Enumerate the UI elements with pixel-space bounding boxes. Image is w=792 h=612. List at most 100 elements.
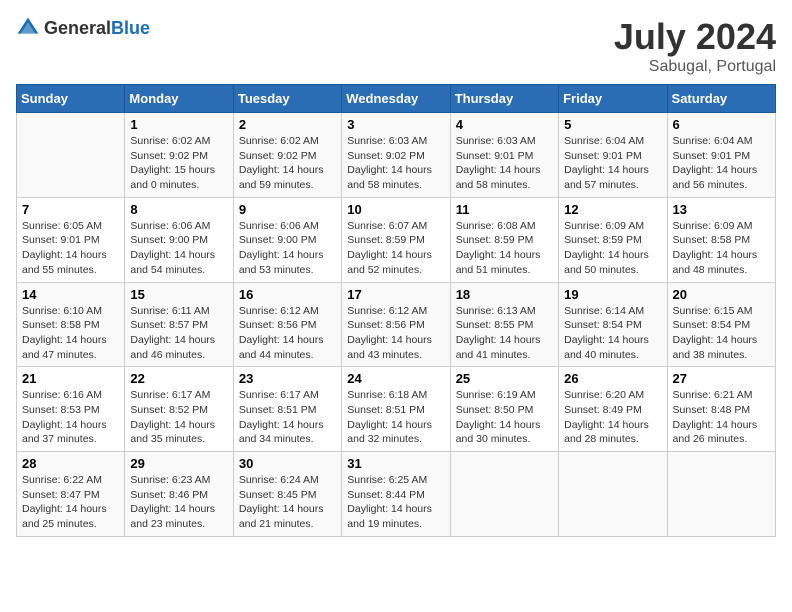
day-number: 12 <box>564 202 661 217</box>
day-number: 17 <box>347 287 444 302</box>
day-info: Sunrise: 6:21 AM Sunset: 8:48 PM Dayligh… <box>673 388 770 447</box>
calendar-cell: 8 Sunrise: 6:06 AM Sunset: 9:00 PM Daylig… <box>125 197 233 282</box>
day-info: Sunrise: 6:05 AM Sunset: 9:01 PM Dayligh… <box>22 219 119 278</box>
day-of-week-header: Sunday <box>17 85 125 113</box>
calendar-cell: 18Sunrise: 6:13 AM Sunset: 8:55 PM Dayli… <box>450 282 558 367</box>
day-number: 11 <box>456 202 553 217</box>
calendar-cell: 25 Sunrise: 6:19 AM Sunset: 8:50 PM Dayli… <box>450 367 558 452</box>
day-info: Sunrise: 6:03 AM Sunset: 9:02 PM Dayligh… <box>347 134 444 193</box>
calendar-cell <box>667 452 775 537</box>
day-info: Sunrise: 6:07 AM Sunset: 8:59 PM Dayligh… <box>347 219 444 278</box>
page-header: GeneralBlue July 2024 Sabugal, Portugal <box>16 16 776 76</box>
day-number: 31 <box>347 456 444 471</box>
calendar-table: SundayMondayTuesdayWednesdayThursdayFrid… <box>16 84 776 537</box>
day-number: 15 <box>130 287 227 302</box>
day-info: Sunrise: 6:03 AM Sunset: 9:01 PM Dayligh… <box>456 134 553 193</box>
day-info: Sunrise: 6:09 AM Sunset: 8:58 PM Dayligh… <box>673 219 770 278</box>
day-of-week-header: Friday <box>559 85 667 113</box>
calendar-cell: 7 Sunrise: 6:05 AM Sunset: 9:01 PM Daylig… <box>17 197 125 282</box>
day-info: Sunrise: 6:22 AM Sunset: 8:47 PM Dayligh… <box>22 473 119 532</box>
calendar-cell: 2 Sunrise: 6:02 AM Sunset: 9:02 PM Daylig… <box>233 113 341 198</box>
day-info: Sunrise: 6:11 AM Sunset: 8:57 PM Dayligh… <box>130 304 227 363</box>
calendar-cell: 17Sunrise: 6:12 AM Sunset: 8:56 PM Dayli… <box>342 282 450 367</box>
calendar-cell: 11 Sunrise: 6:08 AM Sunset: 8:59 PM Dayli… <box>450 197 558 282</box>
day-of-week-header: Tuesday <box>233 85 341 113</box>
day-number: 3 <box>347 117 444 132</box>
day-info: Sunrise: 6:09 AM Sunset: 8:59 PM Dayligh… <box>564 219 661 278</box>
day-number: 20 <box>673 287 770 302</box>
day-of-week-header: Saturday <box>667 85 775 113</box>
calendar-header-row: SundayMondayTuesdayWednesdayThursdayFrid… <box>17 85 776 113</box>
day-info: Sunrise: 6:12 AM Sunset: 8:56 PM Dayligh… <box>239 304 336 363</box>
day-number: 2 <box>239 117 336 132</box>
calendar-cell: 16 Sunrise: 6:12 AM Sunset: 8:56 PM Dayli… <box>233 282 341 367</box>
calendar-cell: 5Sunrise: 6:04 AM Sunset: 9:01 PM Daylig… <box>559 113 667 198</box>
calendar-cell: 30Sunrise: 6:24 AM Sunset: 8:45 PM Dayli… <box>233 452 341 537</box>
day-number: 22 <box>130 371 227 386</box>
day-number: 7 <box>22 202 119 217</box>
calendar-week-row: 1Sunrise: 6:02 AM Sunset: 9:02 PM Daylig… <box>17 113 776 198</box>
day-info: Sunrise: 6:06 AM Sunset: 9:00 PM Dayligh… <box>239 219 336 278</box>
day-number: 4 <box>456 117 553 132</box>
day-info: Sunrise: 6:17 AM Sunset: 8:52 PM Dayligh… <box>130 388 227 447</box>
calendar-cell: 22 Sunrise: 6:17 AM Sunset: 8:52 PM Dayli… <box>125 367 233 452</box>
calendar-cell: 9 Sunrise: 6:06 AM Sunset: 9:00 PM Daylig… <box>233 197 341 282</box>
day-info: Sunrise: 6:19 AM Sunset: 8:50 PM Dayligh… <box>456 388 553 447</box>
day-number: 10 <box>347 202 444 217</box>
day-info: Sunrise: 6:02 AM Sunset: 9:02 PM Dayligh… <box>239 134 336 193</box>
calendar-cell: 24Sunrise: 6:18 AM Sunset: 8:51 PM Dayli… <box>342 367 450 452</box>
day-number: 9 <box>239 202 336 217</box>
day-number: 28 <box>22 456 119 471</box>
day-info: Sunrise: 6:13 AM Sunset: 8:55 PM Dayligh… <box>456 304 553 363</box>
location-subtitle: Sabugal, Portugal <box>614 58 776 76</box>
day-info: Sunrise: 6:06 AM Sunset: 9:00 PM Dayligh… <box>130 219 227 278</box>
title-block: July 2024 Sabugal, Portugal <box>614 16 776 76</box>
calendar-cell <box>450 452 558 537</box>
calendar-body: 1Sunrise: 6:02 AM Sunset: 9:02 PM Daylig… <box>17 113 776 537</box>
calendar-cell: 10 Sunrise: 6:07 AM Sunset: 8:59 PM Dayli… <box>342 197 450 282</box>
day-number: 25 <box>456 371 553 386</box>
calendar-week-row: 21 Sunrise: 6:16 AM Sunset: 8:53 PM Dayli… <box>17 367 776 452</box>
day-info: Sunrise: 6:14 AM Sunset: 8:54 PM Dayligh… <box>564 304 661 363</box>
day-number: 21 <box>22 371 119 386</box>
day-info: Sunrise: 6:24 AM Sunset: 8:45 PM Dayligh… <box>239 473 336 532</box>
day-number: 26 <box>564 371 661 386</box>
day-number: 16 <box>239 287 336 302</box>
calendar-cell: 19 Sunrise: 6:14 AM Sunset: 8:54 PM Dayli… <box>559 282 667 367</box>
calendar-week-row: 28 Sunrise: 6:22 AM Sunset: 8:47 PM Dayli… <box>17 452 776 537</box>
calendar-cell: 13 Sunrise: 6:09 AM Sunset: 8:58 PM Dayli… <box>667 197 775 282</box>
calendar-cell: 21 Sunrise: 6:16 AM Sunset: 8:53 PM Dayli… <box>17 367 125 452</box>
day-of-week-header: Wednesday <box>342 85 450 113</box>
day-info: Sunrise: 6:10 AM Sunset: 8:58 PM Dayligh… <box>22 304 119 363</box>
day-info: Sunrise: 6:16 AM Sunset: 8:53 PM Dayligh… <box>22 388 119 447</box>
day-number: 13 <box>673 202 770 217</box>
calendar-cell: 29Sunrise: 6:23 AM Sunset: 8:46 PM Dayli… <box>125 452 233 537</box>
calendar-cell: 6 Sunrise: 6:04 AM Sunset: 9:01 PM Daylig… <box>667 113 775 198</box>
day-info: Sunrise: 6:15 AM Sunset: 8:54 PM Dayligh… <box>673 304 770 363</box>
day-number: 8 <box>130 202 227 217</box>
calendar-cell: 26Sunrise: 6:20 AM Sunset: 8:49 PM Dayli… <box>559 367 667 452</box>
calendar-cell: 3 Sunrise: 6:03 AM Sunset: 9:02 PM Daylig… <box>342 113 450 198</box>
day-info: Sunrise: 6:08 AM Sunset: 8:59 PM Dayligh… <box>456 219 553 278</box>
day-info: Sunrise: 6:04 AM Sunset: 9:01 PM Dayligh… <box>673 134 770 193</box>
day-info: Sunrise: 6:17 AM Sunset: 8:51 PM Dayligh… <box>239 388 336 447</box>
day-number: 27 <box>673 371 770 386</box>
calendar-cell: 4 Sunrise: 6:03 AM Sunset: 9:01 PM Daylig… <box>450 113 558 198</box>
day-number: 29 <box>130 456 227 471</box>
logo-blue: Blue <box>111 18 150 38</box>
calendar-cell: 1Sunrise: 6:02 AM Sunset: 9:02 PM Daylig… <box>125 113 233 198</box>
logo-general: General <box>44 18 111 38</box>
day-info: Sunrise: 6:25 AM Sunset: 8:44 PM Dayligh… <box>347 473 444 532</box>
calendar-week-row: 14Sunrise: 6:10 AM Sunset: 8:58 PM Dayli… <box>17 282 776 367</box>
month-title: July 2024 <box>614 16 776 58</box>
calendar-cell: 12 Sunrise: 6:09 AM Sunset: 8:59 PM Dayli… <box>559 197 667 282</box>
day-of-week-header: Monday <box>125 85 233 113</box>
calendar-cell: 14Sunrise: 6:10 AM Sunset: 8:58 PM Dayli… <box>17 282 125 367</box>
day-number: 23 <box>239 371 336 386</box>
day-number: 24 <box>347 371 444 386</box>
day-number: 6 <box>673 117 770 132</box>
day-number: 19 <box>564 287 661 302</box>
logo: GeneralBlue <box>16 16 150 40</box>
day-info: Sunrise: 6:02 AM Sunset: 9:02 PM Dayligh… <box>130 134 227 193</box>
day-info: Sunrise: 6:04 AM Sunset: 9:01 PM Dayligh… <box>564 134 661 193</box>
